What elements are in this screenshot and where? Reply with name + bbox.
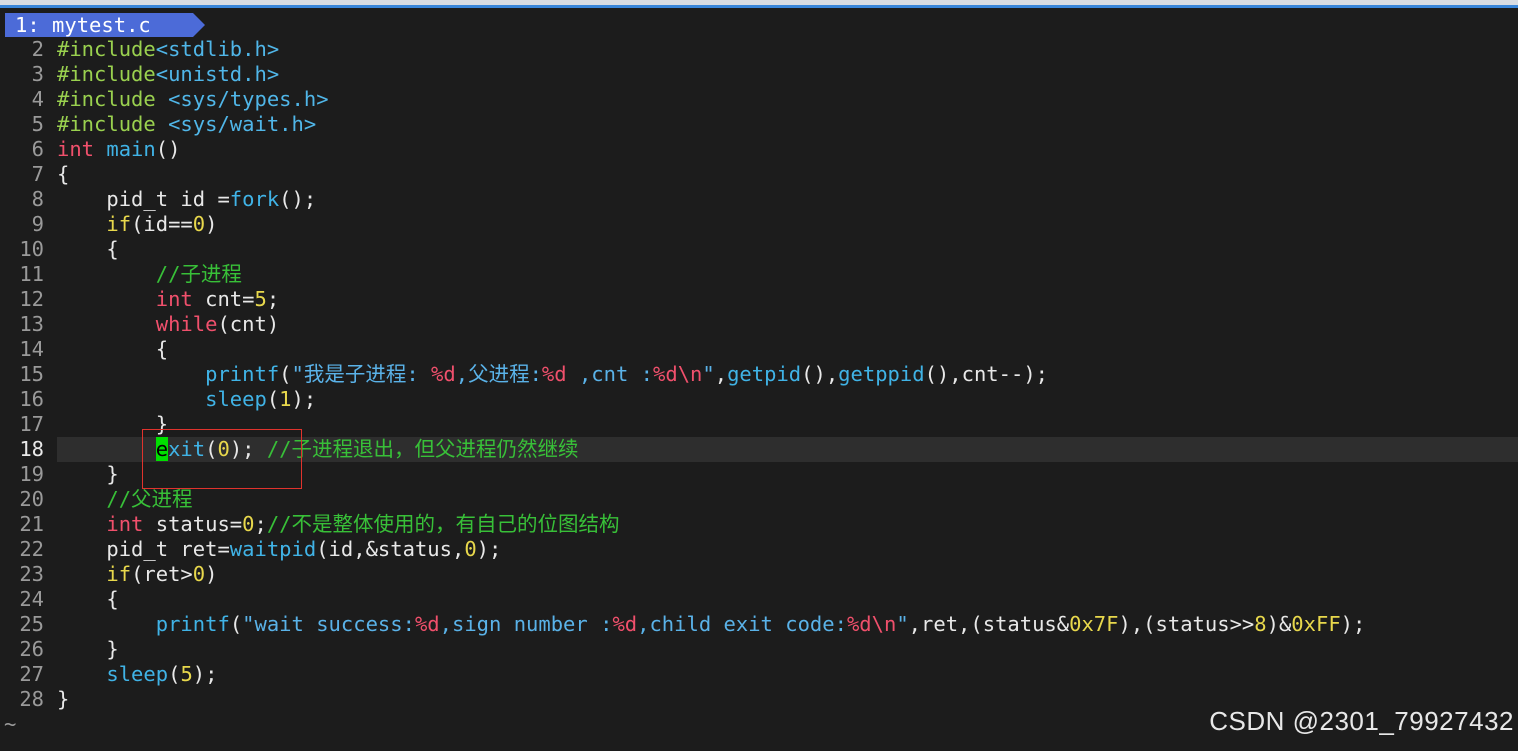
line-number: 14 [19,337,44,361]
code-text: #include<unistd.h> [57,62,280,86]
code-line: 15 printf("我是子进程: %d,父进程:%d ,cnt :%d\n",… [0,362,1518,387]
tilde-marker: ~ [4,712,17,736]
code-text: if(id==0) [106,212,218,236]
code-line: 25 printf("wait success:%d,sign number :… [0,612,1518,637]
line-number: 12 [19,287,44,311]
line-number: 9 [31,212,44,236]
code-line: 10 { [0,237,1518,262]
code-text: //父进程 [106,487,193,511]
line-number: 10 [19,237,44,261]
line-number: 7 [31,162,44,186]
code-line: 26 } [0,637,1518,662]
line-number: 20 [19,487,44,511]
code-line: 3 #include<unistd.h> [0,62,1518,87]
line-number: 13 [19,312,44,336]
line-number: 23 [19,562,44,586]
terminal-vim-window: 1: mytest.c 2 #include<stdlib.h> 3 #includ… [0,0,1518,751]
code-line: 8 pid_t id =fork(); [0,187,1518,212]
code-area[interactable]: 2 #include<stdlib.h> 3 #include<unistd.h> … [0,37,1518,737]
code-text: { [57,337,169,361]
code-text: //子进程 [155,262,242,286]
code-line: 16 sleep(1); [0,387,1518,412]
line-number: 4 [31,87,44,111]
code-line: 13 while(cnt) [0,312,1518,337]
code-text: printf("wait success:%d,sign number :%d,… [155,612,1366,636]
line-number: 3 [31,62,44,86]
code-text: pid_t ret=waitpid(id,&status,0); [57,537,502,561]
line-number: 6 [31,137,44,161]
code-text: sleep(5); [106,662,218,686]
code-line: 21 int status=0;//不是整体使用的，有自己的位图结构 [0,512,1518,537]
code-line: 12 int cnt=5; [0,287,1518,312]
code-line: 6 int main() [0,137,1518,162]
tab-mytest-c[interactable]: 1: mytest.c [5,13,205,37]
line-number: 21 [19,512,44,536]
code-text: } [57,637,119,661]
line-number: 15 [19,362,44,386]
code-text: int status=0;//不是整体使用的，有自己的位图结构 [106,512,620,536]
code-line: 7{ [0,162,1518,187]
code-line: 24 { [0,587,1518,612]
line-number: 2 [31,37,44,61]
line-number: 26 [19,637,44,661]
line-number: 18 [19,437,44,461]
line-number: 11 [19,262,44,286]
line-number: 17 [19,412,44,436]
code-text: { [57,162,70,186]
line-number: 8 [31,187,44,211]
code-line: 22 pid_t ret=waitpid(id,&status,0); [0,537,1518,562]
code-text: { [57,587,119,611]
line-number: 27 [19,662,44,686]
code-text: while(cnt) [155,312,280,336]
code-text: int main() [57,137,181,161]
code-text: printf("我是子进程: %d,父进程:%d ,cnt :%d\n",get… [205,362,1048,386]
code-line: 5 #include <sys/wait.h> [0,112,1518,137]
code-text: } [57,462,119,486]
code-line: 2 #include<stdlib.h> [0,37,1518,62]
csdn-watermark: CSDN @2301_79927432 [1209,706,1514,736]
line-number: 16 [19,387,44,411]
line-number: 28 [19,687,44,711]
code-line: 23 if(ret>0) [0,562,1518,587]
code-line: 4 #include <sys/types.h> [0,87,1518,112]
vim-tabline: 1: mytest.c [0,13,1518,37]
code-text: #include<stdlib.h> [57,37,280,61]
code-text: if(ret>0) [106,562,218,586]
code-text: int cnt=5; [155,287,280,311]
code-text: pid_t id =fork(); [57,187,317,211]
annotation-highlight-box [142,429,302,489]
line-number: 5 [31,112,44,136]
code-line: 14 { [0,337,1518,362]
window-top-accent [0,5,1518,8]
code-text: sleep(1); [205,387,317,411]
code-text: #include <sys/wait.h> [57,112,317,136]
code-line: 20 //父进程 [0,487,1518,512]
code-line: 27 sleep(5); [0,662,1518,687]
line-number: 19 [19,462,44,486]
line-number: 25 [19,612,44,636]
code-text: } [57,687,70,711]
code-line: 9 if(id==0) [0,212,1518,237]
code-text: #include <sys/types.h> [57,87,329,111]
code-text: { [57,237,119,261]
line-number: 24 [19,587,44,611]
code-line: 11 //子进程 [0,262,1518,287]
line-number: 22 [19,537,44,561]
code-text: exit(0); //子进程退出，但父进程仍然继续 [155,437,579,461]
